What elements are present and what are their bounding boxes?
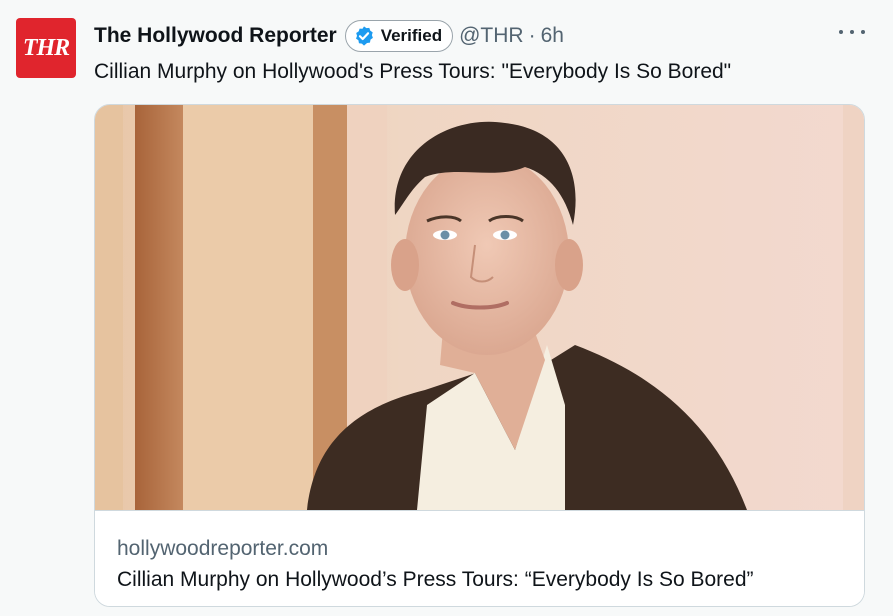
more-dot: [839, 30, 843, 34]
link-card[interactable]: hollywoodreporter.com Cillian Murphy on …: [94, 104, 865, 607]
verified-badge-icon: [355, 26, 373, 46]
account-handle[interactable]: @THR: [459, 24, 523, 48]
card-footer[interactable]: hollywoodreporter.com Cillian Murphy on …: [95, 510, 864, 606]
more-dot: [850, 30, 854, 34]
card-image[interactable]: [95, 105, 864, 510]
tweet-header: The Hollywood Reporter Verified @THR · 6…: [94, 18, 873, 54]
dot-separator: ·: [528, 24, 536, 47]
post-time[interactable]: 6h: [541, 24, 564, 48]
tweet-text: Cillian Murphy on Hollywood's Press Tour…: [94, 60, 732, 83]
card-domain: hollywoodreporter.com: [117, 537, 329, 560]
account-avatar[interactable]: THR: [16, 18, 76, 78]
display-name[interactable]: The Hollywood Reporter: [94, 24, 337, 48]
verified-label: Verified: [380, 26, 443, 45]
verified-pill[interactable]: Verified: [344, 20, 454, 52]
more-dot: [861, 30, 865, 34]
avatar-logo-text: THR: [22, 34, 70, 61]
more-options-icon[interactable]: [839, 20, 865, 44]
card-title: Cillian Murphy on Hollywood’s Press Tour…: [117, 568, 754, 591]
